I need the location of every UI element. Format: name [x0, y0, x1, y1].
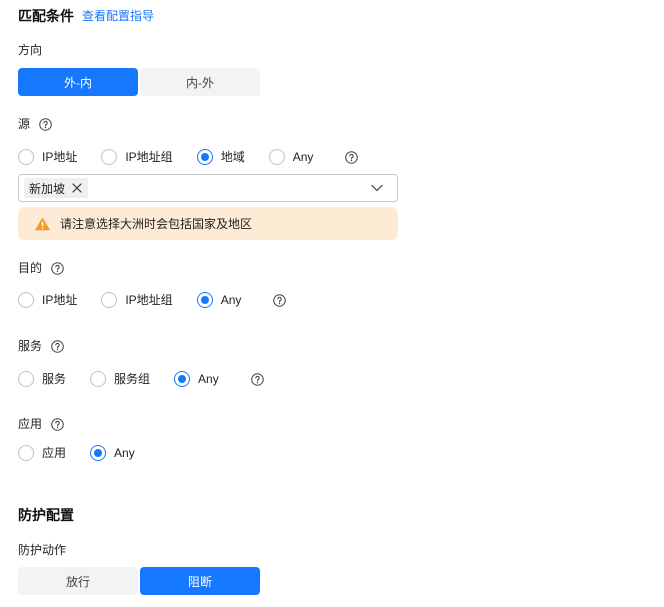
source-radio-any[interactable]: Any [268, 149, 314, 165]
radio-circle[interactable] [90, 371, 107, 387]
radio-circle[interactable] [18, 371, 34, 387]
radio-circle[interactable] [90, 445, 107, 461]
region-multi-select[interactable]: 新加坡 [18, 174, 398, 202]
rule-config-form: 匹配条件 查看配置指导 方向 外-内 内-外 源 IP地址 IP地址组 地域 A… [0, 0, 664, 607]
direction-option-inside-out[interactable]: 内-外 [140, 68, 260, 96]
action-option-block[interactable]: 阻断 [140, 567, 260, 595]
help-icon-glyph [273, 293, 287, 307]
help-icon-glyph [51, 417, 64, 431]
radio-circle[interactable] [18, 149, 34, 165]
direction-segmented-control: 外-内 内-外 [18, 68, 260, 96]
direction-label-text: 方向 [18, 43, 43, 57]
source-radio-region[interactable]: 地域 [196, 149, 245, 165]
radio-circle[interactable] [18, 445, 34, 461]
config-guide-link[interactable]: 查看配置指导 [82, 8, 154, 24]
direction-label: 方向 [18, 42, 42, 58]
destination-radio-any[interactable]: Any [196, 292, 242, 308]
radio-label[interactable]: 应用 [42, 445, 66, 461]
protection-action-label: 防护动作 [18, 542, 66, 558]
close-icon[interactable] [72, 183, 82, 193]
help-icon-glyph [345, 150, 359, 164]
action-option-allow[interactable]: 放行 [18, 567, 138, 595]
protection-action-label-text: 防护动作 [18, 543, 67, 557]
protection-action-segmented-control: 放行 阻断 [18, 567, 260, 595]
match-conditions-title: 匹配条件 [18, 8, 74, 24]
service-label: 服务 [18, 338, 64, 354]
application-label: 应用 [18, 416, 64, 432]
chevron-down-icon-glyph [371, 184, 383, 192]
source-radio-ip-address[interactable]: IP地址 [18, 149, 77, 165]
protection-header: 防护配置 [18, 507, 74, 523]
protection-title: 防护配置 [18, 507, 74, 523]
help-icon-glyph [250, 372, 264, 386]
radio-label[interactable]: Any [293, 149, 314, 165]
radio-circle[interactable] [174, 371, 191, 387]
radio-circle[interactable] [196, 292, 213, 308]
application-radio-application[interactable]: 应用 [18, 445, 66, 461]
application-label-text: 应用 [18, 417, 43, 431]
source-type-radio-group: IP地址 IP地址组 地域 Any [18, 149, 359, 165]
application-type-radio-group: 应用 Any [18, 445, 135, 461]
destination-type-radio-group: IP地址 IP地址组 Any [18, 292, 287, 308]
help-icon-glyph [51, 261, 64, 275]
destination-radio-ip-address[interactable]: IP地址 [18, 292, 77, 308]
radio-label[interactable]: Any [114, 445, 135, 461]
source-label-text: 源 [18, 117, 31, 131]
help-icon[interactable] [250, 372, 264, 386]
service-label-text: 服务 [18, 339, 43, 353]
radio-label[interactable]: 服务 [42, 371, 66, 387]
application-radio-any[interactable]: Any [90, 445, 135, 461]
radio-label[interactable]: IP地址组 [125, 292, 172, 308]
service-radio-service-group[interactable]: 服务组 [90, 371, 150, 387]
radio-circle[interactable] [101, 149, 118, 165]
match-conditions-header: 匹配条件 查看配置指导 [18, 8, 154, 24]
region-tag[interactable]: 新加坡 [24, 178, 89, 198]
help-icon[interactable] [51, 339, 64, 353]
chevron-down-icon[interactable] [371, 184, 383, 192]
help-icon[interactable] [345, 150, 359, 164]
region-tag-label: 新加坡 [29, 181, 66, 196]
radio-label[interactable]: IP地址 [42, 292, 77, 308]
warning-icon-glyph [35, 217, 50, 230]
help-icon[interactable] [39, 117, 52, 131]
region-warning-alert: 请注意选择大洲时会包括国家及地区 [18, 207, 398, 240]
radio-label[interactable]: IP地址组 [125, 149, 172, 165]
help-icon[interactable] [51, 261, 64, 275]
radio-circle[interactable] [268, 149, 285, 165]
service-radio-any[interactable]: Any [174, 371, 219, 387]
direction-option-outside-in[interactable]: 外-内 [18, 68, 138, 96]
radio-label[interactable]: 服务组 [114, 371, 150, 387]
help-icon-glyph [51, 339, 64, 353]
service-radio-service[interactable]: 服务 [18, 371, 66, 387]
destination-label-text: 目的 [18, 261, 43, 275]
radio-label[interactable]: IP地址 [42, 149, 77, 165]
help-icon-glyph [39, 117, 52, 131]
source-radio-ip-group[interactable]: IP地址组 [101, 149, 173, 165]
warning-icon [35, 217, 50, 231]
radio-circle[interactable] [196, 149, 213, 165]
help-icon[interactable] [273, 293, 287, 307]
close-icon-glyph [72, 183, 82, 193]
help-icon[interactable] [51, 417, 64, 431]
radio-label[interactable]: Any [221, 292, 242, 308]
service-type-radio-group: 服务 服务组 Any [18, 371, 264, 387]
source-label: 源 [18, 116, 52, 132]
radio-circle[interactable] [18, 292, 34, 308]
destination-label: 目的 [18, 260, 64, 276]
radio-circle[interactable] [101, 292, 118, 308]
destination-radio-ip-group[interactable]: IP地址组 [101, 292, 173, 308]
radio-label[interactable]: Any [198, 371, 219, 387]
radio-label[interactable]: 地域 [221, 149, 245, 165]
warning-text: 请注意选择大洲时会包括国家及地区 [60, 217, 253, 231]
